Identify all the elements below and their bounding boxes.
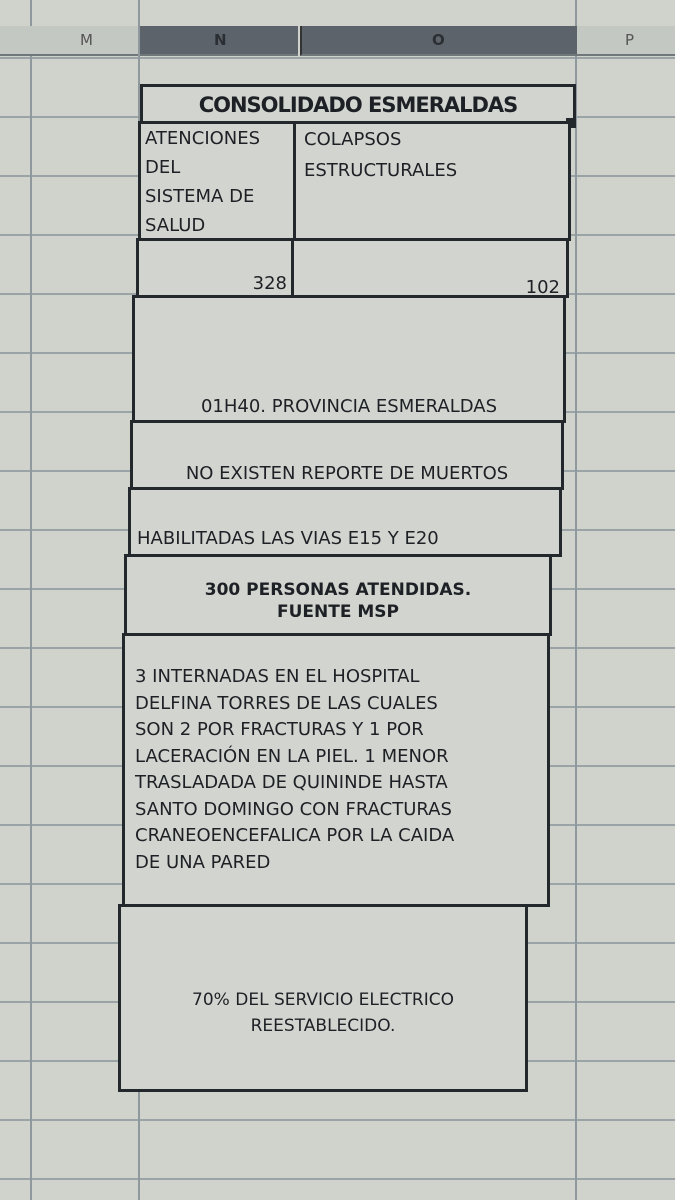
detail-cell[interactable]: 3 INTERNADAS EN EL HOSPITAL DELFINA TORR… — [122, 633, 550, 907]
column-header-p[interactable]: P — [577, 26, 675, 56]
grid-line — [575, 0, 577, 1200]
detail-line: TRASLADADA DE QUININDE HASTA — [135, 772, 448, 793]
power-line: REESTABLECIDO. — [250, 1016, 396, 1036]
grid-line — [30, 0, 32, 1200]
detail-line: DE UNA PARED — [135, 851, 271, 873]
detail-line: DELFINA TORRES DE LAS CUALES — [135, 692, 438, 714]
detail-line: LACERACIÓN EN LA PIEL. 1 MENOR — [135, 745, 449, 767]
detail-line: CRANEOENCEFALICA POR LA CAIDA — [135, 825, 455, 846]
deaths-cell[interactable]: NO EXISTEN REPORTE DE MUERTOS — [130, 420, 564, 490]
header-cell-colapsos[interactable]: COLAPSOS ESTRUCTURALES — [293, 121, 571, 241]
detail-line: SON 2 POR FRACTURAS Y 1 POR — [135, 719, 424, 740]
column-header-n[interactable]: N — [140, 26, 298, 56]
header-line: ESTRUCTURALES — [304, 160, 458, 181]
column-header-o[interactable]: O — [300, 26, 577, 56]
detail-line: SANTO DOMINGO CON FRACTURAS — [135, 798, 452, 820]
header-line: COLAPSOS — [304, 129, 402, 150]
header-line: SALUD — [145, 215, 206, 236]
roads-cell[interactable]: HABILITADAS LAS VIAS E15 Y E20 — [128, 487, 562, 557]
time-place-cell[interactable]: 01H40. PROVINCIA ESMERALDAS — [132, 295, 566, 423]
header-line: DEL — [145, 157, 181, 178]
detail-line: 3 INTERNADAS EN EL HOSPITAL — [135, 666, 420, 687]
power-line: 70% DEL SERVICIO ELECTRICO — [192, 990, 454, 1010]
value-cell-colapsos[interactable]: 102 — [291, 238, 569, 298]
attended-line: 300 PERSONAS ATENDIDAS. — [204, 580, 472, 600]
attended-cell[interactable]: 300 PERSONAS ATENDIDAS. FUENTE MSP — [124, 554, 552, 636]
column-header-m[interactable]: M — [0, 26, 138, 56]
power-cell[interactable]: 70% DEL SERVICIO ELECTRICO REESTABLECIDO… — [118, 904, 528, 1092]
header-line: ATENCIONES — [145, 128, 261, 149]
attended-line: FUENTE MSP — [276, 602, 399, 622]
title-cell[interactable]: CONSOLIDADO ESMERALDAS — [140, 84, 576, 124]
value-cell-atenciones[interactable]: 328 — [136, 238, 294, 298]
header-line: SISTEMA DE — [145, 186, 255, 207]
header-cell-atenciones[interactable]: ATENCIONES DEL SISTEMA DE SALUD — [138, 121, 296, 241]
